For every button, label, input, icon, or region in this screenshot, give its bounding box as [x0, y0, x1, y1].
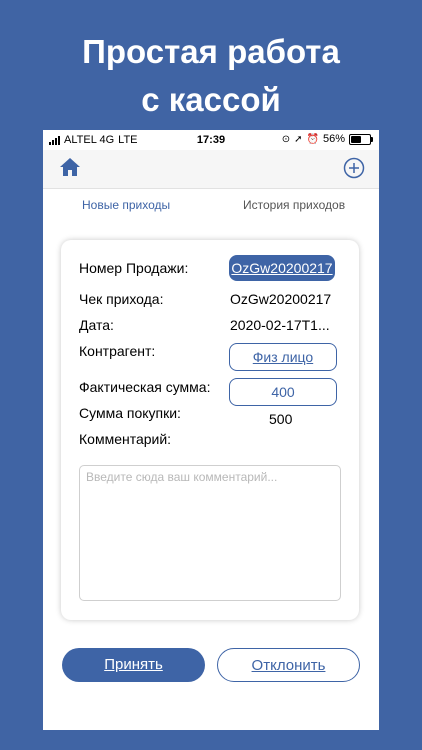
status-right: ⊙ ➚ ⏰ 56%	[281, 133, 373, 145]
receipt-card: Номер Продажи: OzGw20200217 Чек прихода:…	[61, 240, 359, 620]
plus-circle-icon[interactable]	[343, 157, 365, 184]
purchase-sum-value: 500	[269, 411, 293, 427]
phone-screen: ALTEL 4G LTE 17:39 ⊙ ➚ ⏰ 56% Новые прихо…	[43, 130, 379, 730]
location-icon: ➚	[294, 133, 303, 145]
promo-headline: Простая работа с кассой	[0, 28, 422, 124]
battery-fill	[351, 135, 361, 143]
actual-sum-input[interactable]: 400	[229, 378, 337, 406]
tab-bar: Новые приходы История приходов	[43, 192, 379, 220]
home-icon[interactable]	[59, 156, 81, 183]
sale-number-label: Номер Продажи:	[79, 260, 189, 276]
battery-icon	[349, 133, 373, 145]
battery-percent: 56%	[322, 133, 345, 145]
counterparty-button[interactable]: Физ лицо	[229, 343, 337, 371]
purchase-sum-label: Сумма покупки:	[79, 405, 181, 421]
tab-receipt-history[interactable]: История приходов	[243, 198, 345, 212]
alarm-icon: ⏰	[306, 133, 319, 145]
promo-line-1: Простая работа	[82, 33, 340, 70]
comment-label: Комментарий:	[79, 431, 172, 447]
receipt-value: OzGw20200217	[230, 291, 332, 307]
promo-line-2: с кассой	[141, 81, 281, 118]
comment-textarea[interactable]: Введите сюда ваш комментарий...	[79, 465, 341, 601]
status-bar: ALTEL 4G LTE 17:39 ⊙ ➚ ⏰ 56%	[43, 130, 379, 150]
tab-new-receipts[interactable]: Новые приходы	[82, 198, 170, 212]
decline-button[interactable]: Отклонить	[217, 648, 360, 682]
date-value: 2020-02-17T1...	[230, 317, 330, 333]
date-label: Дата:	[79, 317, 114, 333]
lock-rotation-icon: ⊙	[281, 133, 291, 145]
sale-number-button[interactable]: OzGw20200217	[229, 255, 335, 281]
receipt-label: Чек прихода:	[79, 291, 164, 307]
accept-button[interactable]: Принять	[62, 648, 205, 682]
counterparty-label: Контрагент:	[79, 343, 156, 359]
actual-sum-label: Фактическая сумма:	[79, 379, 211, 395]
nav-bar	[43, 150, 379, 189]
